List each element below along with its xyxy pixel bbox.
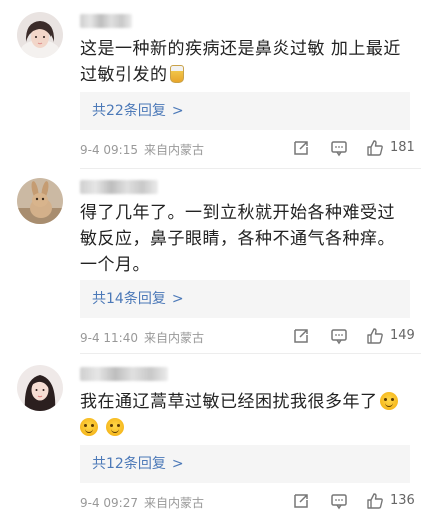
comment-location: 来自内蒙古: [144, 143, 205, 157]
comment-text: 这是一种新的疾病还是鼻炎过敏 加上最近过敏引发的: [80, 36, 410, 88]
comment-item: 这是一种新的疾病还是鼻炎过敏 加上最近过敏引发的 共22条回复 > 9-4 09:…: [0, 0, 421, 165]
comment-item: 我在通辽蒿草过敏已经困扰我很多年了 共12条回复 > 9-4 09:27 来自内蒙古…: [0, 355, 421, 518]
comment-text-body: 这是一种新的疾病还是鼻炎过敏 加上最近过敏引发的: [80, 39, 401, 85]
comment-meta: 9-4 09:27 来自内蒙古: [80, 494, 210, 511]
comment-item: 得了几年了。一到立秋就开始各种难受过敏反应，鼻子眼睛，各种不通气各种痒。一个月。…: [0, 170, 421, 350]
reply-count-label: 共14条回复: [92, 291, 166, 307]
comment-icon[interactable]: [330, 327, 348, 345]
comment-text: 得了几年了。一到立秋就开始各种难受过敏反应，鼻子眼睛，各种不通气各种痒。一个月。: [80, 203, 395, 275]
like-count: 149: [390, 328, 415, 343]
comment-location: 来自内蒙古: [144, 331, 205, 345]
view-replies-button[interactable]: 共22条回复 >: [80, 92, 410, 130]
comment-meta: 9-4 11:40 来自内蒙古: [80, 329, 210, 346]
avatar[interactable]: [17, 178, 63, 224]
view-replies-button[interactable]: 共12条回复 >: [80, 445, 410, 483]
reply-count-label: 共12条回复: [92, 456, 166, 472]
comment-date: 9-4 11:40: [80, 331, 138, 345]
chevron-right-icon: >: [171, 291, 184, 307]
chevron-right-icon: >: [171, 456, 184, 472]
username-blurred[interactable]: [80, 14, 132, 28]
comment-icon[interactable]: [330, 492, 348, 510]
avatar[interactable]: [17, 365, 63, 411]
smile-icon: [379, 392, 398, 410]
glass-icon: [169, 65, 184, 83]
divider: [80, 353, 421, 354]
like-icon[interactable]: [366, 139, 384, 157]
username-blurred[interactable]: [80, 367, 168, 381]
smile-icon: [80, 418, 98, 436]
comment-text-body: 我在通辽蒿草过敏已经困扰我很多年了: [80, 392, 378, 412]
like-count: 181: [390, 140, 415, 155]
like-count: 136: [390, 493, 415, 508]
avatar[interactable]: [17, 12, 63, 58]
comment-location: 来自内蒙古: [144, 496, 205, 510]
view-replies-button[interactable]: 共14条回复 >: [80, 280, 410, 318]
comment-icon[interactable]: [330, 139, 348, 157]
username-blurred[interactable]: [80, 180, 158, 194]
comment-date: 9-4 09:27: [80, 496, 138, 510]
divider: [80, 168, 421, 169]
chevron-right-icon: >: [171, 103, 184, 119]
repost-icon[interactable]: [292, 139, 310, 157]
comment-text: 我在通辽蒿草过敏已经困扰我很多年了: [80, 389, 410, 441]
like-icon[interactable]: [366, 492, 384, 510]
repost-icon[interactable]: [292, 327, 310, 345]
comment-meta: 9-4 09:15 来自内蒙古: [80, 141, 210, 158]
comment-date: 9-4 09:15: [80, 143, 138, 157]
repost-icon[interactable]: [292, 492, 310, 510]
smile-icon: [106, 418, 124, 436]
like-icon[interactable]: [366, 327, 384, 345]
reply-count-label: 共22条回复: [92, 103, 166, 119]
